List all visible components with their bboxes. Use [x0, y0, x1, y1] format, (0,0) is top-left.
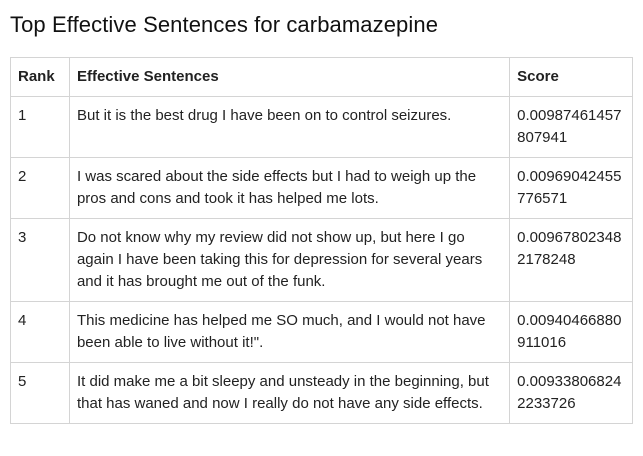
- rank-cell: 5: [10, 362, 70, 424]
- rank-cell: 3: [10, 218, 70, 302]
- score-cell: 0.009338068242233726: [509, 362, 633, 424]
- score-cell: 0.00969042455776571: [509, 157, 633, 219]
- table-header-row: Rank Effective Sentences Score: [10, 57, 633, 97]
- score-cell: 0.009678023482178248: [509, 218, 633, 302]
- sentence-column-header: Effective Sentences: [68, 57, 511, 97]
- sentence-cell: It did make me a bit sleepy and unsteady…: [68, 362, 511, 424]
- rank-cell: 1: [10, 96, 70, 158]
- effective-sentences-table: Rank Effective Sentences Score 1 But it …: [10, 57, 633, 424]
- table-row: 5 It did make me a bit sleepy and unstea…: [10, 362, 633, 424]
- sentence-cell: But it is the best drug I have been on t…: [68, 96, 511, 158]
- rank-column-header: Rank: [10, 57, 70, 97]
- sentence-cell: Do not know why my review did not show u…: [68, 218, 511, 302]
- table-row: 1 But it is the best drug I have been on…: [10, 96, 633, 158]
- sentence-cell: I was scared about the side effects but …: [68, 157, 511, 219]
- sentence-cell: This medicine has helped me SO much, and…: [68, 301, 511, 363]
- rank-cell: 4: [10, 301, 70, 363]
- page-title: Top Effective Sentences for carbamazepin…: [10, 12, 439, 37]
- table-row: 2 I was scared about the side effects bu…: [10, 157, 633, 219]
- table-row: 3 Do not know why my review did not show…: [10, 218, 633, 302]
- table-row: 4 This medicine has helped me SO much, a…: [10, 301, 633, 363]
- score-cell: 0.00940466880911016: [509, 301, 633, 363]
- score-cell: 0.00987461457807941: [509, 96, 633, 158]
- rank-cell: 2: [10, 157, 70, 219]
- score-column-header: Score: [509, 57, 633, 97]
